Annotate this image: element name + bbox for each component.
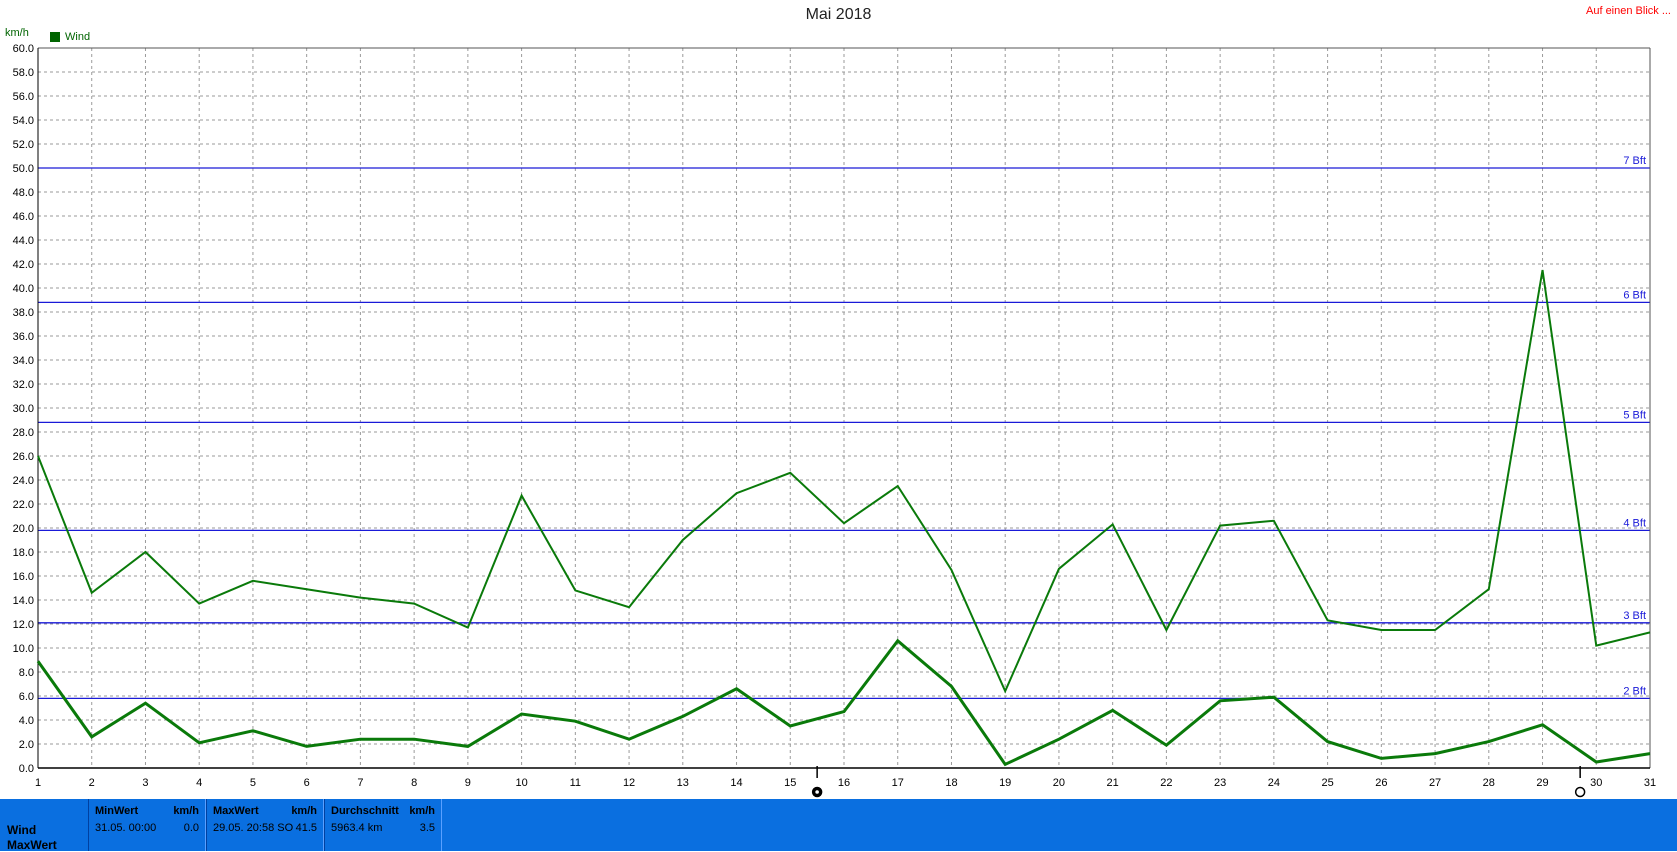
y-tick-label: 12.0 bbox=[13, 619, 34, 631]
x-tick-label: 20 bbox=[1053, 777, 1065, 789]
wind-chart: 0.0 2.0 4.0 6.0 8.0 10.0 12.0 14.0 16.0 18.0 20.0 2… bbox=[0, 0, 1677, 799]
x-tick-label: 26 bbox=[1375, 777, 1387, 789]
max-unit: km/h bbox=[291, 805, 317, 817]
y-tick-label: 18.0 bbox=[13, 547, 34, 559]
y-tick-label: 20.0 bbox=[13, 523, 34, 535]
x-tick-label: 7 bbox=[357, 777, 363, 789]
x-tick-label: 23 bbox=[1214, 777, 1226, 789]
y-tick-label: 6.0 bbox=[19, 691, 34, 703]
y-tick-label: 8.0 bbox=[19, 667, 34, 679]
x-tick-label: 28 bbox=[1483, 777, 1495, 789]
y-tick-label: 56.0 bbox=[13, 91, 34, 103]
x-tick-label: 12 bbox=[623, 777, 635, 789]
y-tick-label: 34.0 bbox=[13, 355, 34, 367]
x-tick-label: 1 bbox=[35, 777, 41, 789]
x-tick-label: 27 bbox=[1429, 777, 1441, 789]
bft-reference-label: 2 Bft bbox=[1623, 685, 1646, 697]
moon-marker-center bbox=[815, 790, 819, 794]
x-tick-label: 3 bbox=[142, 777, 148, 789]
x-tick-label: 30 bbox=[1590, 777, 1602, 789]
y-tick-label: 54.0 bbox=[13, 115, 34, 127]
x-tick-label: 10 bbox=[515, 777, 527, 789]
x-tick-label: 2 bbox=[89, 777, 95, 789]
y-tick-label: 40.0 bbox=[13, 283, 34, 295]
x-tick-label: 25 bbox=[1321, 777, 1333, 789]
x-tick-label: 21 bbox=[1107, 777, 1119, 789]
y-tick-label: 2.0 bbox=[19, 739, 34, 751]
y-tick-label: 46.0 bbox=[13, 211, 34, 223]
y-tick-label: 24.0 bbox=[13, 475, 34, 487]
summary-avg-panel: Durchschnitt km/h 5963.4 km 3.5 bbox=[324, 799, 442, 851]
min-value: 0.0 bbox=[184, 822, 199, 834]
summary-row-label-max: MaxWert bbox=[7, 838, 57, 852]
x-tick-label: 4 bbox=[196, 777, 202, 789]
y-tick-label: 48.0 bbox=[13, 187, 34, 199]
x-tick-label: 22 bbox=[1160, 777, 1172, 789]
y-tick-label: 60.0 bbox=[13, 43, 34, 55]
max-dir: SO bbox=[277, 822, 293, 834]
y-tick-label: 38.0 bbox=[13, 307, 34, 319]
x-tick-label: 17 bbox=[892, 777, 904, 789]
y-tick-label: 14.0 bbox=[13, 595, 34, 607]
min-header: MinWert bbox=[95, 805, 138, 817]
y-tick-label: 16.0 bbox=[13, 571, 34, 583]
max-date: 29.05. bbox=[213, 822, 244, 834]
y-tick-label: 58.0 bbox=[13, 67, 34, 79]
x-tick-label: 16 bbox=[838, 777, 850, 789]
max-time: 20:58 bbox=[247, 822, 275, 834]
y-tick-label: 50.0 bbox=[13, 163, 34, 175]
avg-unit: km/h bbox=[409, 805, 435, 817]
x-tick-label: 15 bbox=[784, 777, 796, 789]
summary-min-panel: MinWert km/h 31.05. 00:00 0.0 bbox=[88, 799, 206, 851]
y-tick-label: 28.0 bbox=[13, 427, 34, 439]
x-tick-label: 5 bbox=[250, 777, 256, 789]
x-tick-label: 6 bbox=[304, 777, 310, 789]
bft-reference-label: 4 Bft bbox=[1623, 517, 1646, 529]
x-tick-label: 19 bbox=[999, 777, 1011, 789]
bft-reference-label: 3 Bft bbox=[1623, 610, 1646, 622]
summary-max-panel: MaxWert km/h 29.05. 20:58 SO41.5 bbox=[206, 799, 324, 851]
y-tick-label: 26.0 bbox=[13, 451, 34, 463]
y-tick-label: 52.0 bbox=[13, 139, 34, 151]
bft-reference-label: 5 Bft bbox=[1623, 409, 1646, 421]
summary-bar: Wind MaxWert MinWert km/h 31.05. 00:00 0.0… bbox=[0, 799, 1677, 851]
y-tick-label: 10.0 bbox=[13, 643, 34, 655]
x-tick-label: 13 bbox=[677, 777, 689, 789]
bft-reference-label: 6 Bft bbox=[1623, 289, 1646, 301]
x-tick-label: 18 bbox=[945, 777, 957, 789]
x-tick-label: 9 bbox=[465, 777, 471, 789]
avg-value: 3.5 bbox=[420, 822, 435, 834]
max-header: MaxWert bbox=[213, 805, 259, 817]
avg-header: Durchschnitt bbox=[331, 805, 399, 817]
y-tick-label: 42.0 bbox=[13, 259, 34, 271]
y-tick-label: 4.0 bbox=[19, 715, 34, 727]
x-tick-label: 11 bbox=[570, 777, 581, 789]
bft-reference-label: 7 Bft bbox=[1623, 155, 1646, 167]
y-tick-label: 44.0 bbox=[13, 235, 34, 247]
y-tick-label: 22.0 bbox=[13, 499, 34, 511]
min-date: 31.05. bbox=[95, 822, 126, 834]
x-tick-label: 31 bbox=[1644, 777, 1656, 789]
avg-distance: 5963.4 km bbox=[331, 822, 382, 834]
y-tick-label: 0.0 bbox=[19, 763, 34, 775]
y-tick-label: 36.0 bbox=[13, 331, 34, 343]
new-moon-icon bbox=[1576, 788, 1585, 797]
x-tick-label: 8 bbox=[411, 777, 417, 789]
summary-row-label-wind: Wind bbox=[7, 823, 36, 837]
min-unit: km/h bbox=[173, 805, 199, 817]
min-time: 00:00 bbox=[129, 822, 157, 834]
y-tick-label: 32.0 bbox=[13, 379, 34, 391]
x-tick-label: 24 bbox=[1268, 777, 1280, 789]
x-tick-label: 14 bbox=[730, 777, 742, 789]
max-value: 41.5 bbox=[296, 822, 317, 834]
x-tick-label: 29 bbox=[1536, 777, 1548, 789]
y-tick-label: 30.0 bbox=[13, 403, 34, 415]
